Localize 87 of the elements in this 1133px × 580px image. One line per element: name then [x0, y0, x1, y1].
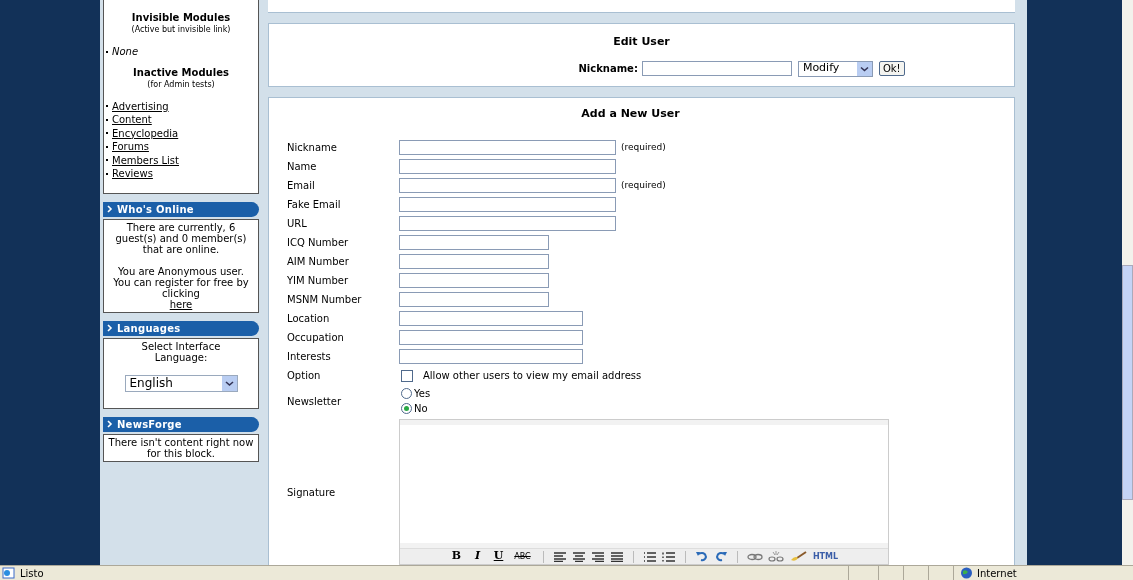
text-field[interactable] [399, 140, 616, 155]
ok-button[interactable]: Ok! [878, 61, 905, 76]
radio-button[interactable] [401, 388, 412, 399]
field-label: Fake Email [287, 198, 342, 212]
chain-link-icon[interactable] [746, 552, 763, 561]
field-label: YIM Number [287, 274, 350, 288]
field-label: Email [287, 179, 316, 193]
text-field[interactable] [399, 159, 616, 174]
zone-text: Internet [977, 566, 1017, 580]
text-field[interactable] [399, 292, 549, 307]
radio-label: No [414, 402, 428, 416]
globe-icon [960, 567, 973, 579]
status-text: Listo [20, 566, 44, 580]
field-label: Nickname [287, 141, 338, 155]
signature-editor[interactable]: B I U ABC HTML [399, 419, 889, 565]
page-icon [2, 567, 16, 579]
text-field[interactable] [399, 254, 549, 269]
text-field[interactable] [399, 273, 549, 288]
field-label: Nickname: [578, 62, 638, 76]
numbered-list-icon[interactable] [661, 551, 676, 562]
text-field[interactable] [399, 311, 583, 326]
module-item: None [112, 45, 139, 60]
field-label: Occupation [287, 331, 345, 345]
field-label: Newsletter [287, 394, 343, 409]
field-label: Name [287, 160, 318, 174]
align-right-icon[interactable] [590, 551, 605, 562]
checkbox[interactable] [401, 369, 413, 382]
redo-icon[interactable] [713, 551, 728, 562]
module-note: (Active but invisible link) [130, 25, 232, 35]
text-field[interactable] [399, 197, 616, 212]
action-select[interactable]: Modify [797, 60, 873, 77]
field-label: MSNM Number [287, 293, 363, 307]
text-field[interactable] [399, 349, 583, 364]
panel-title: Edit User [613, 34, 670, 50]
block-header: Who's Online [103, 201, 259, 217]
radio-button[interactable] [401, 403, 412, 414]
text-field[interactable] [399, 178, 616, 193]
module-heading: Inactive Modules [132, 65, 230, 80]
field-label: Interests [287, 350, 332, 364]
required-note: (required) [621, 140, 666, 154]
chevron-icon [107, 420, 113, 428]
align-center-icon[interactable] [571, 551, 586, 562]
strikethrough-button[interactable]: ABC [511, 550, 534, 563]
panel-title: Add a New User [581, 105, 680, 122]
dropdown-icon [856, 61, 872, 76]
text-field[interactable] [399, 235, 549, 250]
broken-link-icon[interactable] [767, 550, 784, 563]
brush-icon[interactable] [788, 550, 807, 563]
module-link[interactable]: Encyclopedia [112, 125, 179, 141]
html-button[interactable]: HTML [811, 550, 840, 563]
block-header: NewsForge [103, 416, 259, 432]
checkbox-label: Allow other users to view my email address [423, 369, 642, 383]
field-label: Option [287, 369, 322, 383]
module-note: (for Admin tests) [146, 79, 216, 90]
field-label: AIM Number [287, 255, 350, 269]
text-field[interactable] [399, 330, 583, 345]
module-link[interactable]: Reviews [112, 166, 153, 182]
field-label: Location [287, 312, 331, 326]
module-link[interactable]: Content [112, 112, 152, 128]
block-text: Select Interface Language: [140, 340, 222, 363]
scrollbar[interactable] [1122, 0, 1133, 565]
text-field[interactable] [399, 216, 616, 231]
nickname-field[interactable] [641, 61, 792, 76]
italic-button[interactable]: I [469, 550, 486, 563]
field-label: ICQ Number [287, 236, 350, 250]
chevron-icon [107, 324, 113, 332]
radio-label: Yes [414, 387, 431, 401]
justify-icon[interactable] [609, 551, 624, 562]
bold-button[interactable]: B [448, 550, 465, 563]
block-text: There are currently, 6 guest(s) and 0 member(s) that are online. [114, 221, 248, 255]
chevron-icon [107, 205, 113, 213]
language-select[interactable]: English [124, 374, 238, 392]
align-left-icon[interactable] [552, 551, 567, 562]
undo-icon[interactable] [694, 551, 709, 562]
underline-button[interactable]: U [490, 550, 507, 563]
register-link[interactable]: here [169, 298, 193, 310]
module-link[interactable]: Advertising [112, 98, 169, 114]
dropdown-icon [221, 375, 237, 391]
block-header: Languages [103, 320, 259, 336]
field-label: Signature [287, 485, 337, 500]
module-link[interactable]: Members List [112, 152, 179, 168]
field-label: URL [287, 217, 308, 231]
required-note: (required) [621, 178, 666, 192]
block-text: There isn't content right now for this block. [108, 436, 254, 459]
module-link[interactable]: Forums [112, 139, 149, 155]
module-heading: Invisible Modules [130, 11, 232, 25]
bullet-list-icon[interactable] [642, 551, 657, 562]
